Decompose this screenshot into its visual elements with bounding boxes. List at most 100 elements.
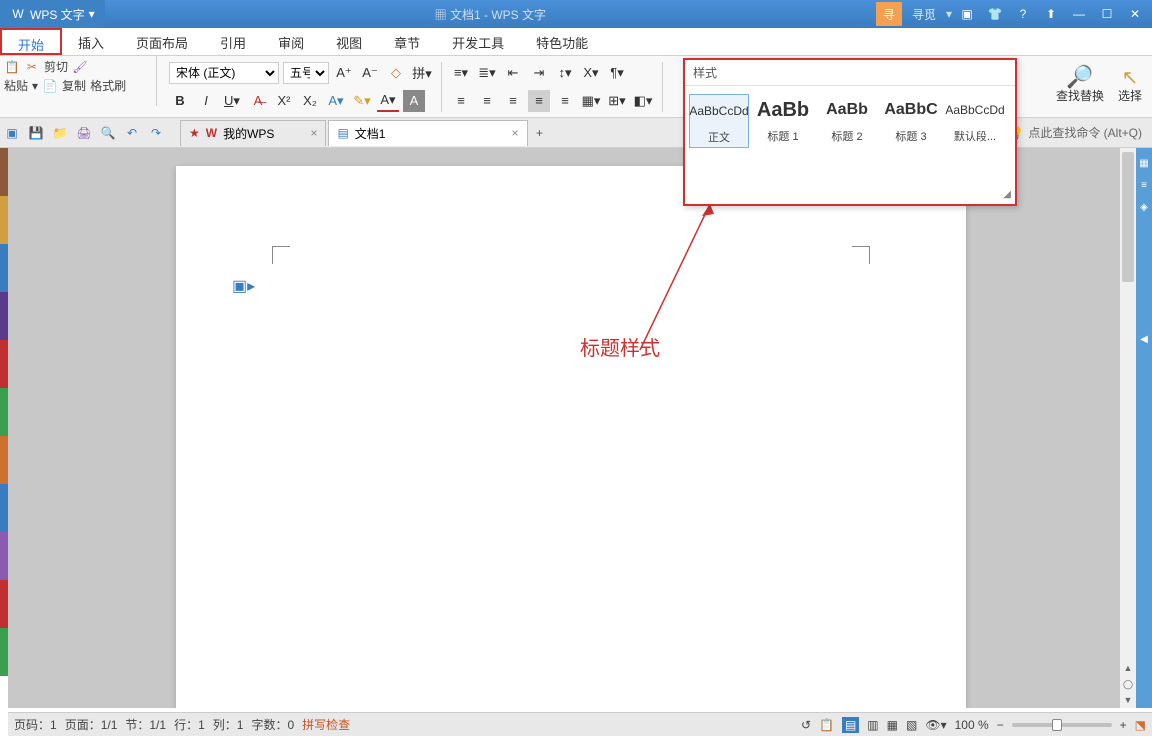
document-tab[interactable]: ▤ 文档1 × [328, 120, 527, 146]
menu-developer[interactable]: 开发工具 [436, 28, 520, 55]
menu-page-layout[interactable]: 页面布局 [120, 28, 204, 55]
menu-view[interactable]: 视图 [320, 28, 378, 55]
side-toggle-icon[interactable]: ◀ [1137, 330, 1151, 348]
undo-icon[interactable]: ↶ [120, 121, 144, 145]
style-item-heading2[interactable]: AaBb 标题 2 [817, 94, 877, 148]
tabs-button[interactable]: ◧▾ [632, 90, 654, 112]
view-web-icon[interactable]: ▦ [887, 718, 898, 732]
scroll-up-icon[interactable]: ▲ [1120, 660, 1136, 676]
status-page-no[interactable]: 页码：1 [14, 716, 57, 733]
style-item-body[interactable]: AaBbCcDd 正文 [689, 94, 749, 148]
zoom-in-icon[interactable]: + [1120, 718, 1127, 732]
copy-label[interactable]: 复制 [62, 77, 86, 94]
style-dialog-launcher-icon[interactable]: ◢ [1003, 189, 1011, 200]
new-doc-icon[interactable]: ▣ [0, 121, 24, 145]
grow-font-button[interactable]: A⁺ [333, 62, 355, 84]
eye-icon[interactable]: 👁▾ [925, 718, 946, 732]
decrease-indent-button[interactable]: ⇤ [502, 62, 524, 84]
wps-home-tab[interactable]: ★ W 我的WPS × [180, 120, 326, 146]
menu-review[interactable]: 审阅 [262, 28, 320, 55]
strikethrough-button[interactable]: A̶ [247, 90, 269, 112]
help-icon[interactable]: ? [1010, 2, 1036, 26]
find-replace-button[interactable]: 🔎 查找替换 [1056, 69, 1104, 104]
font-color-button[interactable]: A▾ [377, 90, 399, 112]
status-section[interactable]: 节：1/1 [125, 716, 166, 733]
sort-button[interactable]: Χ▾ [580, 62, 602, 84]
align-justify-button[interactable]: ≡ [528, 90, 550, 112]
status-chars[interactable]: 字数：0 [251, 716, 294, 733]
upload-icon[interactable]: ⬆ [1038, 2, 1064, 26]
vertical-scrollbar[interactable]: ▲ ◯ ▼ [1120, 148, 1136, 708]
highlight-button[interactable]: ✎▾ [351, 90, 373, 112]
menu-section[interactable]: 章节 [378, 28, 436, 55]
char-border-button[interactable]: A [403, 90, 425, 112]
status-page-of[interactable]: 页面：1/1 [65, 716, 118, 733]
style-item-heading1[interactable]: AaBb 标题 1 [753, 94, 813, 148]
bold-button[interactable]: B [169, 90, 191, 112]
preview-icon[interactable]: 🔍 [96, 121, 120, 145]
paste-label[interactable]: 粘贴 [4, 77, 28, 94]
align-center-button[interactable]: ≡ [476, 90, 498, 112]
scrollbar-thumb[interactable] [1122, 152, 1134, 282]
scroll-down-icon[interactable]: ▼ [1120, 692, 1136, 708]
clipboard-icon[interactable]: 📋 [819, 718, 834, 732]
menu-insert[interactable]: 插入 [62, 28, 120, 55]
search-label[interactable]: 寻觅 [904, 4, 944, 25]
close-button[interactable]: ✕ [1122, 2, 1148, 26]
shirt-icon[interactable]: 👕 [982, 2, 1008, 26]
align-right-button[interactable]: ≡ [502, 90, 524, 112]
status-line[interactable]: 行：1 [174, 716, 205, 733]
style-item-default[interactable]: AaBbCcDd 默认段... [945, 94, 1005, 148]
print-icon[interactable]: 🖨 [72, 121, 96, 145]
line-spacing-button[interactable]: ↕▾ [554, 62, 576, 84]
redo-icon[interactable]: ↷ [144, 121, 168, 145]
view-outline-icon[interactable]: ▥ [867, 718, 878, 732]
side-btn-1[interactable]: ▦ [1137, 154, 1151, 172]
font-size-select[interactable]: 五号 [283, 62, 329, 84]
numbering-button[interactable]: ≣▾ [476, 62, 498, 84]
side-btn-3[interactable]: ◈ [1137, 198, 1151, 216]
zoom-level[interactable]: 100 % [955, 718, 989, 732]
phonetic-button[interactable]: 拼▾ [411, 62, 433, 84]
borders-button[interactable]: ⊞▾ [606, 90, 628, 112]
cut-label[interactable]: 剪切 [44, 58, 68, 75]
underline-button[interactable]: U▾ [221, 90, 243, 112]
clear-format-button[interactable]: ◇ [385, 62, 407, 84]
scroll-mark-icon[interactable]: ◯ [1120, 676, 1136, 692]
add-tab-icon[interactable]: + [528, 121, 552, 145]
bullets-button[interactable]: ≡▾ [450, 62, 472, 84]
text-effect-button[interactable]: A▾ [325, 90, 347, 112]
open-icon[interactable]: 📁 [48, 121, 72, 145]
increase-indent-button[interactable]: ⇥ [528, 62, 550, 84]
distribute-button[interactable]: ≡ [554, 90, 576, 112]
save-icon[interactable]: 💾 [24, 121, 48, 145]
menu-special[interactable]: 特色功能 [520, 28, 604, 55]
history-icon[interactable]: ↺ [801, 718, 811, 732]
status-spell[interactable]: 拼写检查 [302, 716, 350, 733]
style-item-heading3[interactable]: AaBbC 标题 3 [881, 94, 941, 148]
italic-button[interactable]: I [195, 90, 217, 112]
zoom-out-icon[interactable]: − [997, 718, 1004, 732]
zoom-handle[interactable] [1052, 719, 1062, 731]
view-read-icon[interactable]: ▧ [906, 718, 917, 732]
app-logo-tab[interactable]: W WPS 文字 ▾ [0, 0, 105, 28]
subscript-button[interactable]: X₂ [299, 90, 321, 112]
shrink-font-button[interactable]: A⁻ [359, 62, 381, 84]
status-col[interactable]: 列：1 [213, 716, 244, 733]
align-left-button[interactable]: ≡ [450, 90, 472, 112]
title-btn-1[interactable]: ▣ [954, 2, 980, 26]
doc-tab-close-icon[interactable]: × [511, 126, 518, 140]
superscript-button[interactable]: X² [273, 90, 295, 112]
zoom-slider[interactable] [1012, 723, 1112, 727]
maximize-button[interactable]: ☐ [1094, 2, 1120, 26]
fit-icon[interactable]: ⬔ [1135, 718, 1146, 732]
search-tab[interactable]: 寻 [876, 2, 902, 26]
menu-start[interactable]: 开始 [0, 28, 62, 55]
side-btn-2[interactable]: ≡ [1137, 176, 1151, 194]
command-search-hint[interactable]: 💡 点此查找命令 (Alt+Q) [999, 124, 1152, 141]
wps-tab-close-icon[interactable]: × [310, 126, 317, 140]
menu-references[interactable]: 引用 [204, 28, 262, 55]
font-name-select[interactable]: 宋体 (正文) [169, 62, 279, 84]
page[interactable]: ▣▸ [176, 166, 966, 708]
minimize-button[interactable]: — [1066, 2, 1092, 26]
